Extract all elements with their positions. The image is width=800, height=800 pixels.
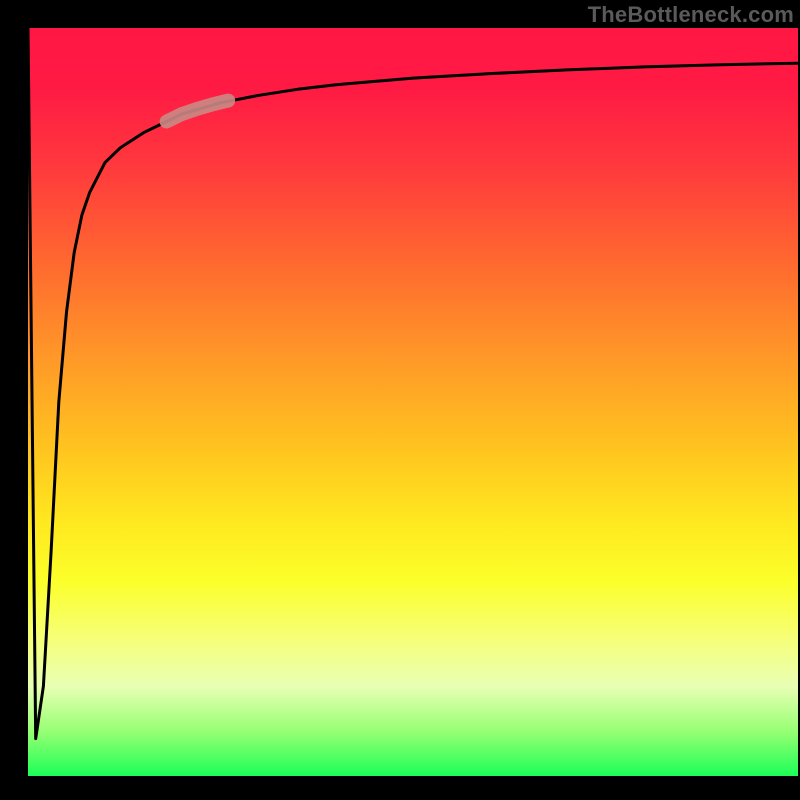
bottleneck-curve: [28, 28, 798, 739]
watermark-text: TheBottleneck.com: [588, 2, 794, 28]
chart-container: TheBottleneck.com: [0, 0, 800, 800]
curve-svg: [28, 28, 798, 776]
highlight-segment: [167, 101, 229, 122]
plot-area: [28, 28, 798, 776]
